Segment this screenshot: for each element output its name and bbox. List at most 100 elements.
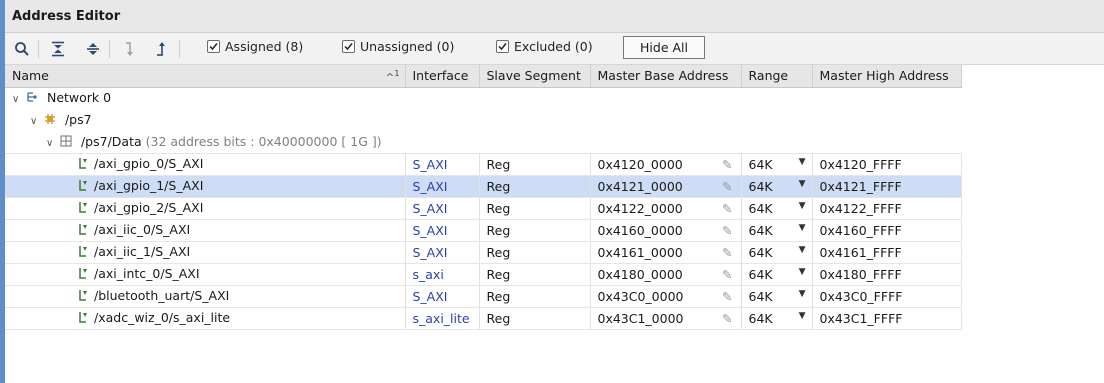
pencil-icon[interactable]: ✎ [722,223,732,238]
pencil-icon[interactable]: ✎ [722,311,732,326]
pencil-icon[interactable]: ✎ [722,179,732,194]
range-dropdown[interactable]: 64K ▼ [741,263,813,286]
range-dropdown[interactable]: 64K ▼ [741,175,813,198]
dropdown-caret-icon[interactable]: ▼ [799,223,806,233]
master-high-cell: 0x43C1_FFFF [812,307,962,330]
master-base-cell[interactable]: 0x43C1_0000 ✎ [590,307,742,330]
pencil-icon[interactable]: ✎ [722,289,732,304]
interface-link[interactable]: S_AXI [413,245,448,260]
search-icon[interactable] [11,38,33,60]
interface-link[interactable]: s_axi [413,267,444,282]
segment-name: /axi_gpio_0/S_AXI [94,156,204,171]
slave-segment-cell: Reg [479,153,591,176]
interface-link[interactable]: s_axi_lite [413,311,470,326]
hide-all-button[interactable]: Hide All [623,36,705,59]
slave-segment-cell: Reg [479,219,591,242]
pencil-icon[interactable]: ✎ [722,201,732,216]
table-row[interactable]: /axi_iic_0/S_AXI S_AXI Reg 0x4160_0000 ✎ 64K ▼… [5,219,962,242]
master-base-value: 0x4122_0000 [597,200,683,216]
interface-link[interactable]: S_AXI [413,223,448,238]
table-row[interactable]: /xadc_wiz_0/s_axi_lite s_axi_lite Reg 0x43C… [5,307,962,330]
master-high-cell: 0x4180_FFFF [812,263,962,286]
assigned-filter-label: Assigned (8) [225,39,304,54]
tree-row-network[interactable]: ∨ Network 0 [5,87,961,109]
column-header-master-base[interactable]: Master Base Address [590,65,742,88]
address-space-icon [60,135,72,150]
column-header-range[interactable]: Range [741,65,813,88]
interface-link[interactable]: S_AXI [413,157,448,172]
unassigned-filter-checkbox[interactable]: Unassigned (0) [342,39,454,54]
interface-link[interactable]: S_AXI [413,289,448,304]
processor-icon [44,113,56,128]
column-header-name[interactable]: Name ^1 [5,65,406,88]
column-header-master-high[interactable]: Master High Address [812,65,962,88]
chevron-down-icon[interactable]: ∨ [46,138,56,149]
move-down-icon[interactable] [117,38,139,60]
segment-icon [77,245,89,260]
excluded-filter-checkbox[interactable]: Excluded (0) [496,39,593,54]
table-row[interactable]: /axi_gpio_0/S_AXI S_AXI Reg 0x4120_0000 ✎ 64K… [5,153,962,176]
master-base-cell[interactable]: 0x4120_0000 ✎ [590,153,742,176]
range-dropdown[interactable]: 64K ▼ [741,153,813,176]
range-dropdown[interactable]: 64K ▼ [741,197,813,220]
master-base-cell[interactable]: 0x4161_0000 ✎ [590,241,742,264]
column-header-slave-segment[interactable]: Slave Segment [479,65,591,88]
master-base-cell[interactable]: 0x43C0_0000 ✎ [590,285,742,308]
master-base-cell[interactable]: 0x4121_0000 ✎ [590,175,742,198]
chevron-down-icon[interactable]: ∨ [12,94,22,105]
segment-name: /axi_intc_0/S_AXI [94,266,200,281]
range-dropdown[interactable]: 64K ▼ [741,241,813,264]
dropdown-caret-icon[interactable]: ▼ [799,311,806,321]
move-up-icon[interactable] [151,38,173,60]
checkbox-checked-icon [342,40,355,53]
table-row[interactable]: /bluetooth_uart/S_AXI S_AXI Reg 0x43C0_0000… [5,285,962,308]
master-base-value: 0x4161_0000 [597,244,683,260]
column-header-interface[interactable]: Interface [405,65,480,88]
range-value: 64K [748,266,773,282]
dropdown-caret-icon[interactable]: ▼ [799,267,806,277]
toolbar: Assigned (8) Unassigned (0) Excluded (0)… [5,33,1104,65]
slave-segment-cell: Reg [479,263,591,286]
sort-order-label: 1 [394,68,400,79]
chevron-down-icon[interactable]: ∨ [30,116,40,127]
window-title: Address Editor [12,9,121,24]
table-row[interactable]: /axi_intc_0/S_AXI s_axi Reg 0x4180_0000 ✎ 64K… [5,263,962,286]
pencil-icon[interactable]: ✎ [722,267,732,282]
master-base-cell[interactable]: 0x4160_0000 ✎ [590,219,742,242]
range-dropdown[interactable]: 64K ▼ [741,285,813,308]
segment-icon [77,201,89,216]
master-base-cell[interactable]: 0x4122_0000 ✎ [590,197,742,220]
interface-link[interactable]: S_AXI [413,201,448,216]
range-dropdown[interactable]: 64K ▼ [741,307,813,330]
slave-segment-cell: Reg [479,241,591,264]
slave-segment-cell: Reg [479,307,591,330]
master-high-cell: 0x4160_FFFF [812,219,962,242]
title-bar: Address Editor [5,0,1104,33]
segment-name: /axi_iic_0/S_AXI [94,222,191,237]
pencil-icon[interactable]: ✎ [722,245,732,260]
data-label: /ps7/Data [80,133,142,149]
range-dropdown[interactable]: 64K ▼ [741,219,813,242]
tree-row-ps7[interactable]: ∨ /ps7 [5,109,961,131]
tree-row-data[interactable]: ∨ /ps7/Data (32 address bits : 0x4000000… [5,131,961,154]
expand-all-icon[interactable] [82,38,104,60]
dropdown-caret-icon[interactable]: ▼ [799,201,806,211]
dropdown-caret-icon[interactable]: ▼ [799,157,806,167]
table-row[interactable]: /axi_iic_1/S_AXI S_AXI Reg 0x4161_0000 ✎ 64K ▼… [5,241,962,264]
segment-name: /bluetooth_uart/S_AXI [94,288,230,303]
slave-segment-cell: Reg [479,197,591,220]
pencil-icon[interactable]: ✎ [722,157,732,172]
table-row[interactable]: /axi_gpio_2/S_AXI S_AXI Reg 0x4122_0000 ✎ 64K… [5,197,962,220]
master-high-cell: 0x4122_FFFF [812,197,962,220]
dropdown-caret-icon[interactable]: ▼ [799,179,806,189]
toolbar-separator [109,40,110,58]
collapse-all-icon[interactable] [47,38,69,60]
network-icon [26,91,38,106]
dropdown-caret-icon[interactable]: ▼ [799,245,806,255]
segment-name: /axi_iic_1/S_AXI [94,244,191,259]
table-row[interactable]: /axi_gpio_1/S_AXI S_AXI Reg 0x4121_0000 ✎ 64K… [5,175,962,198]
assigned-filter-checkbox[interactable]: Assigned (8) [207,39,303,54]
interface-link[interactable]: S_AXI [413,179,448,194]
dropdown-caret-icon[interactable]: ▼ [799,289,806,299]
master-base-cell[interactable]: 0x4180_0000 ✎ [590,263,742,286]
